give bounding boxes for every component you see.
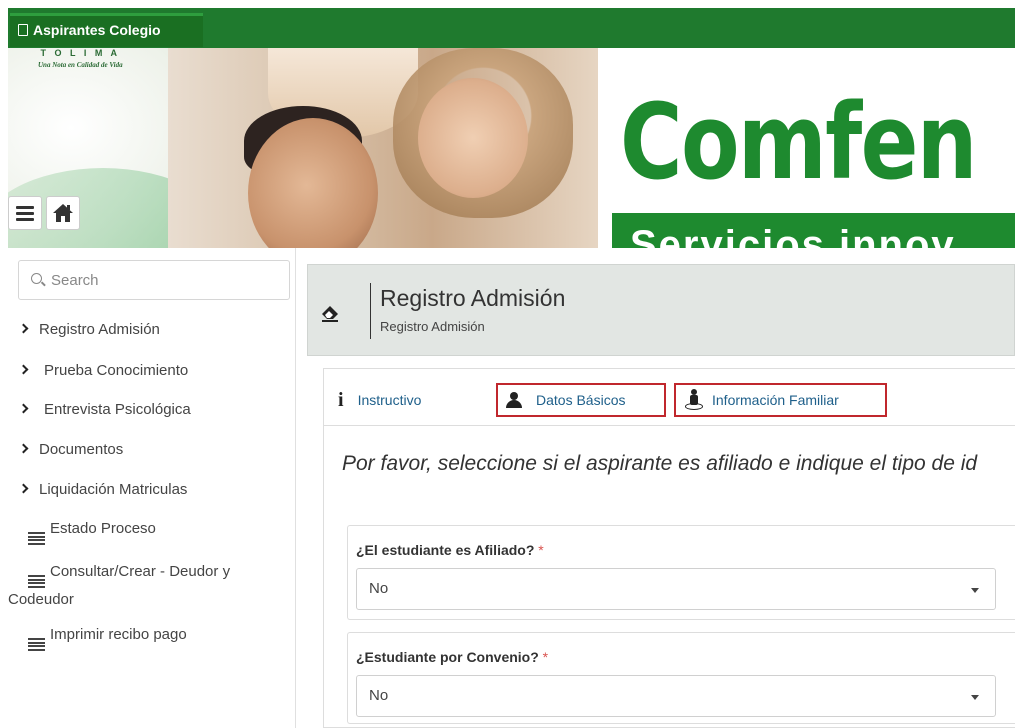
- person-pin-icon: [684, 389, 704, 411]
- dropdown-caret-icon: [971, 588, 979, 593]
- tab-datos-basicos[interactable]: Datos Básicos: [496, 383, 666, 417]
- slogan-band: Servicios innov: [612, 213, 1015, 248]
- app-tab[interactable]: Aspirantes Colegio: [10, 13, 203, 47]
- home-button[interactable]: [46, 196, 80, 230]
- eraser-icon: [322, 306, 338, 322]
- chevron-right-icon: [18, 364, 29, 375]
- search-box[interactable]: [18, 260, 290, 300]
- home-icon: [53, 204, 73, 222]
- chevron-right-icon: [18, 483, 29, 494]
- tab-instructivo[interactable]: i Instructivo: [338, 383, 421, 417]
- list-icon: [28, 532, 45, 545]
- sidebar: Registro Admisión Prueba Conocimiento En…: [8, 248, 296, 728]
- user-icon: [506, 392, 522, 408]
- list-icon: [28, 575, 45, 588]
- tab-informacion-familiar[interactable]: Información Familiar: [674, 383, 887, 417]
- convenio-select-value: No: [369, 687, 389, 704]
- document-icon: [18, 24, 28, 36]
- convenio-select[interactable]: No: [356, 675, 996, 717]
- page-header: Registro Admisión Registro Admisión: [307, 264, 1015, 356]
- sidebar-item-estado-proceso[interactable]: Estado Proceso: [28, 520, 156, 545]
- sidebar-item-documentos[interactable]: Documentos: [18, 441, 123, 458]
- brand-logo: T O L I M A Una Nota en Calidad de Vida: [38, 48, 123, 69]
- slogan-text: Servicios innov: [630, 223, 956, 248]
- info-icon: i: [338, 388, 344, 411]
- search-icon: [31, 273, 42, 284]
- header-banner: T O L I M A Una Nota en Calidad de Vida …: [8, 48, 1015, 248]
- tab-bar: i Instructivo Datos Básicos Información F…: [324, 369, 1015, 426]
- brand-name: Comfen: [620, 81, 977, 203]
- instruction-text: Por favor, seleccione si el aspirante es…: [342, 452, 978, 475]
- search-input[interactable]: [49, 269, 279, 291]
- app-tab-label: Aspirantes Colegio: [33, 22, 161, 38]
- dropdown-caret-icon: [971, 695, 979, 700]
- convenio-field-card: ¿Estudiante por Convenio? * No: [347, 632, 1015, 724]
- convenio-label: ¿Estudiante por Convenio? *: [356, 649, 549, 665]
- sidebar-item-entrevista-psicologica[interactable]: Entrevista Psicológica: [18, 401, 191, 418]
- chevron-right-icon: [18, 403, 29, 414]
- required-mark: *: [538, 542, 544, 558]
- afiliado-select-value: No: [369, 580, 389, 597]
- list-icon: [28, 638, 45, 651]
- page-title: Registro Admisión: [380, 285, 566, 311]
- sidebar-item-liquidacion-matriculas[interactable]: Liquidación Matriculas: [18, 481, 187, 498]
- required-mark: *: [542, 649, 549, 665]
- sidebar-item-registro-admision[interactable]: Registro Admisión: [18, 321, 160, 338]
- afiliado-field-card: ¿El estudiante es Afiliado? * No: [347, 525, 1015, 620]
- sidebar-item-prueba-conocimiento[interactable]: Prueba Conocimiento: [18, 362, 188, 379]
- sidebar-item-consultar-crear-deudor[interactable]: Consultar/Crear - Deudor y Codeudor: [8, 560, 288, 612]
- chevron-right-icon: [18, 443, 29, 454]
- menu-toggle-button[interactable]: [8, 196, 42, 230]
- sidebar-item-imprimir-recibo[interactable]: Imprimir recibo pago: [28, 626, 187, 651]
- afiliado-select[interactable]: No: [356, 568, 996, 610]
- chevron-right-icon: [18, 323, 29, 334]
- page-subtitle: Registro Admisión: [380, 319, 485, 334]
- hamburger-icon: [16, 205, 34, 221]
- afiliado-label: ¿El estudiante es Afiliado? *: [356, 542, 544, 558]
